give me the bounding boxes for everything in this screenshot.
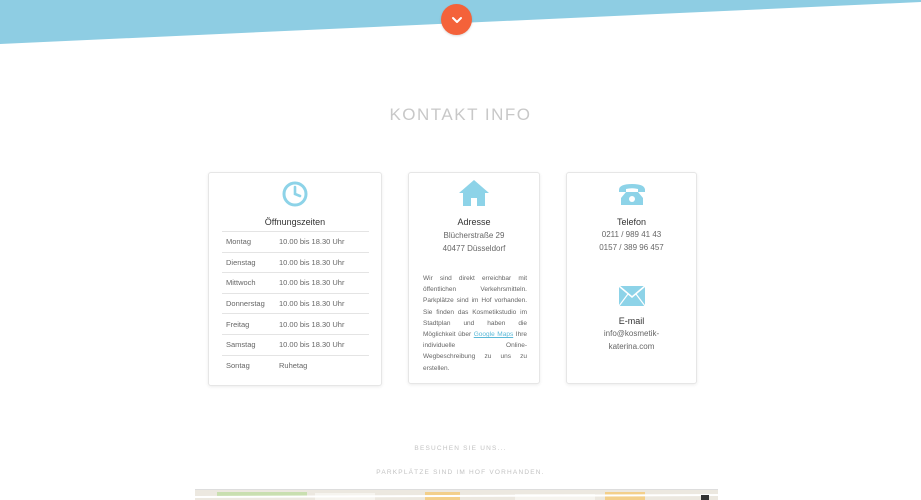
table-row: Montag 10.00 bis 18.30 Uhr xyxy=(222,231,369,253)
table-row: Dienstag 10.00 bis 18.30 Uhr xyxy=(222,251,369,273)
chevron-down-icon xyxy=(451,16,462,23)
parking-note: PARKPLÄTZE SIND IM HOF VORHANDEN. xyxy=(376,469,545,476)
address-title: Adresse xyxy=(457,217,491,227)
address-card: Adresse Blücherstraße 29 40477 Düsseldor… xyxy=(408,172,540,384)
hours-time: 10.00 bis 18.30 Uhr xyxy=(279,333,369,356)
email-line-1[interactable]: info@kosmetik- xyxy=(567,327,696,340)
hours-time: 10.00 bis 18.30 Uhr xyxy=(279,313,369,335)
hours-time: 10.00 bis 18.30 Uhr xyxy=(279,251,369,273)
hours-day: Donnerstag xyxy=(222,292,279,314)
hours-day: Sontag xyxy=(222,354,279,376)
hours-time: 10.00 bis 18.30 Uhr xyxy=(279,231,369,253)
hours-time: Ruhetag xyxy=(279,354,369,376)
clock-icon xyxy=(282,181,308,207)
phone-title: Telefon xyxy=(616,217,647,227)
map[interactable] xyxy=(195,489,718,500)
hours-time: 10.00 bis 18.30 Uhr xyxy=(279,292,369,314)
table-row: Donnerstag 10.00 bis 18.30 Uhr xyxy=(222,292,369,314)
phone-number-2[interactable]: 0157 / 389 96 457 xyxy=(567,241,696,254)
hours-day: Samstag xyxy=(222,333,279,356)
email-line-2[interactable]: katerina.com xyxy=(567,340,696,353)
phone-number-1[interactable]: 0211 / 989 41 43 xyxy=(567,228,696,241)
opening-hours-card: Öffnungszeiten Montag 10.00 bis 18.30 Uh… xyxy=(208,172,382,386)
phone-icon xyxy=(618,184,645,205)
address-desc-text: Wir sind direkt erreichbar mit öffentlic… xyxy=(423,275,527,339)
hours-day: Montag xyxy=(222,231,279,253)
envelope-icon xyxy=(617,285,646,307)
address-description: Wir sind direkt erreichbar mit öffentlic… xyxy=(423,273,527,374)
google-maps-link[interactable]: Google Maps xyxy=(474,331,513,338)
visit-heading: BESUCHEN SIE UNS... xyxy=(414,445,507,452)
hours-day: Dienstag xyxy=(222,251,279,273)
section-title: KONTAKT INFO xyxy=(389,105,532,124)
hours-time: 10.00 bis 18.30 Uhr xyxy=(279,272,369,294)
map-tiles xyxy=(195,492,718,500)
hours-title: Öffnungszeiten xyxy=(264,217,326,227)
address-street: Blücherstraße 29 xyxy=(443,231,505,240)
hours-day: Freitag xyxy=(222,313,279,335)
hours-day: Mittwoch xyxy=(222,272,279,294)
home-icon xyxy=(459,180,489,206)
scroll-down-button[interactable] xyxy=(441,4,472,35)
table-row: Samstag 10.00 bis 18.30 Uhr xyxy=(222,333,369,356)
hours-table: Montag 10.00 bis 18.30 Uhr Dienstag 10.0… xyxy=(222,231,369,376)
email-title: E-mail xyxy=(618,316,645,326)
table-row: Sontag Ruhetag xyxy=(222,354,369,376)
table-row: Freitag 10.00 bis 18.30 Uhr xyxy=(222,313,369,335)
contact-card: Telefon 0211 / 989 41 43 0157 / 389 96 4… xyxy=(566,172,697,384)
table-row: Mittwoch 10.00 bis 18.30 Uhr xyxy=(222,272,369,294)
address-city: 40477 Düsseldorf xyxy=(442,244,506,253)
